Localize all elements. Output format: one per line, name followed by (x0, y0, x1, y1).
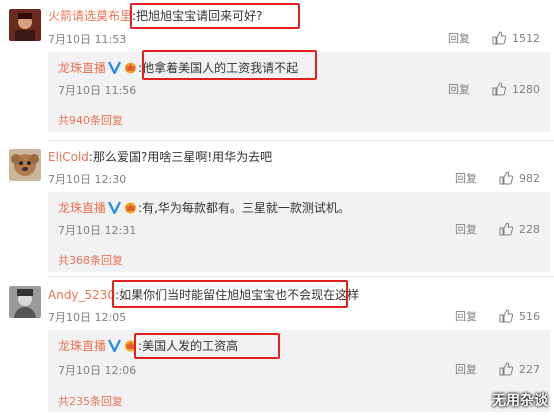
reply-username[interactable]: 龙珠直播 (58, 339, 106, 353)
verified-v-icon (108, 61, 122, 74)
thumbs-up-icon (499, 171, 513, 185)
avatar[interactable] (9, 9, 41, 41)
thumbs-up-icon (499, 309, 513, 323)
thumbs-up-icon (499, 362, 513, 376)
comment-actions: 回复 982 (455, 170, 540, 186)
like-button[interactable]: 227 (499, 362, 540, 376)
comment-date: 7月10日 12:05 (48, 311, 127, 324)
reply-username[interactable]: 龙珠直播 (58, 201, 106, 215)
comment-actions: 回复 1512 (448, 30, 540, 46)
highlight-box (112, 280, 348, 308)
verified-v-icon (108, 201, 122, 214)
thumbs-up-icon (492, 82, 506, 96)
like-count: 1280 (512, 82, 540, 96)
like-count: 982 (519, 171, 540, 185)
member-crown-icon (125, 202, 137, 214)
thumbs-up-icon (499, 222, 513, 236)
like-count: 228 (519, 222, 540, 236)
more-replies-link[interactable]: 共368条回复 (58, 252, 123, 268)
like-button[interactable]: 982 (499, 171, 540, 185)
comment-username[interactable]: 火箭请选莫布里 (48, 9, 132, 23)
comment-text-line: EliCold:那么爱国?用啥三星啊!用华为去吧 (48, 149, 272, 165)
like-button[interactable]: 516 (499, 309, 540, 323)
reply-text: 有,华为每款都有。三星就一款测试机。 (142, 201, 350, 215)
reply-button[interactable]: 回复 (455, 308, 477, 324)
reply-button[interactable]: 回复 (448, 30, 470, 46)
highlight-box (130, 3, 300, 29)
comment-username[interactable]: EliCold (48, 150, 89, 164)
comment-date: 7月10日 11:53 (48, 33, 127, 46)
like-count: 227 (519, 362, 540, 376)
reply-text-line: 龙珠直播:有,华为每款都有。三星就一款测试机。 (58, 200, 350, 216)
highlight-box (134, 333, 280, 359)
like-count: 1512 (512, 31, 540, 45)
reply-date: 7月10日 12:31 (58, 224, 137, 237)
like-count: 516 (519, 309, 540, 323)
reply-button[interactable]: 回复 (455, 170, 477, 186)
reply-date: 7月10日 11:56 (58, 84, 137, 97)
comment-date: 7月10日 12:30 (48, 173, 127, 186)
reply-button[interactable]: 回复 (455, 221, 477, 237)
like-button[interactable]: 228 (499, 222, 540, 236)
comment-item: Andy_5230:如果你们当时能留住旭旭宝宝也不会现在这样 7月10日 12:… (0, 277, 554, 416)
reply-actions: 回复 228 (455, 221, 540, 237)
reply-button[interactable]: 回复 (448, 81, 470, 97)
comment-text: 那么爱国?用啥三星啊!用华为去吧 (92, 150, 273, 164)
more-replies-link[interactable]: 共940条回复 (58, 112, 123, 128)
member-crown-icon (125, 62, 137, 74)
reply-username[interactable]: 龙珠直播 (58, 61, 106, 75)
verified-v-icon (108, 339, 122, 352)
reply-date: 7月10日 12:06 (58, 364, 137, 377)
comment-item: EliCold:那么爱国?用啥三星啊!用华为去吧 7月10日 12:30 回复 … (0, 141, 554, 276)
highlight-box (142, 50, 317, 80)
like-button[interactable]: 1512 (492, 31, 540, 45)
comment-item: 火箭请选莫布里:把旭旭宝宝请回来可好? 7月10日 11:53 回复 1512 … (0, 0, 554, 140)
comment-username[interactable]: Andy_5230 (48, 288, 115, 302)
watermark: 无用杂谈 (492, 393, 548, 409)
reply-box: 龙珠直播:有,华为每款都有。三星就一款测试机。 7月10日 12:31 回复 2… (48, 192, 550, 272)
reply-actions: 回复 1280 (448, 81, 540, 97)
like-button[interactable]: 1280 (492, 82, 540, 96)
more-replies-link[interactable]: 共235条回复 (58, 393, 123, 409)
avatar[interactable] (9, 286, 41, 318)
avatar[interactable] (9, 149, 41, 181)
reply-box: 龙珠直播:美国人发的工资高 7月10日 12:06 回复 227 共235条回复 (48, 330, 550, 412)
reply-actions: 回复 227 (455, 361, 540, 377)
thumbs-up-icon (492, 31, 506, 45)
reply-button[interactable]: 回复 (455, 361, 477, 377)
comment-actions: 回复 516 (455, 308, 540, 324)
